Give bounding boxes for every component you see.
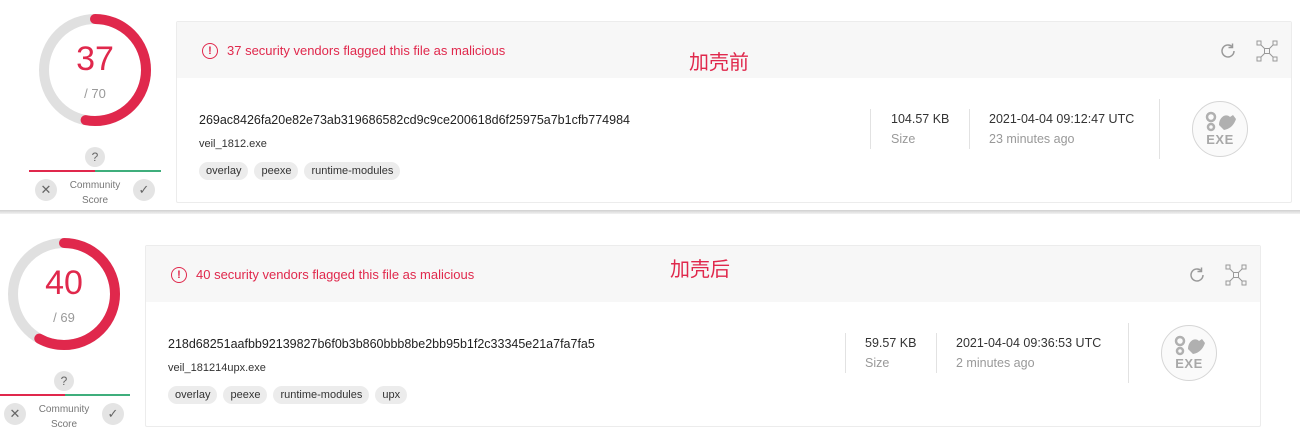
file-size: 59.57 KB <box>865 336 917 350</box>
detection-alert-text: 37 security vendors flagged this file as… <box>227 43 506 58</box>
community-score-bar <box>29 170 161 172</box>
file-type-label: EXE <box>1175 356 1203 371</box>
alert-circle-icon: ! <box>171 267 187 283</box>
file-summary-card: ! 40 security vendors flagged this file … <box>145 245 1261 427</box>
report-panel-after: 40 / 69 ? ✕ Community Score ✓ ! 40 secur… <box>0 224 1300 448</box>
community-score-label: Community Score <box>38 404 90 430</box>
community-confirm-icon[interactable]: ✓ <box>133 179 155 201</box>
community-question-icon[interactable]: ? <box>85 147 105 167</box>
detection-gauge: 37 / 70 <box>37 12 153 128</box>
community-score-label: Community Score <box>69 180 121 206</box>
separator <box>936 333 937 373</box>
refresh-icon[interactable] <box>1217 40 1239 62</box>
tag-runtime-modules[interactable]: runtime-modules <box>304 162 401 180</box>
file-name: veil_181214upx.exe <box>168 362 266 374</box>
tag-upx[interactable]: upx <box>375 386 408 404</box>
card-header: ! 37 security vendors flagged this file … <box>177 22 1291 78</box>
file-size: 104.57 KB <box>891 112 950 126</box>
tag-runtime-modules[interactable]: runtime-modules <box>273 386 370 404</box>
analysis-date: 2021-04-04 09:36:53 UTC <box>956 336 1102 350</box>
analysis-date: 2021-04-04 09:12:47 UTC <box>989 112 1135 126</box>
separator <box>870 109 871 149</box>
detection-alert-text: 40 security vendors flagged this file as… <box>196 267 475 282</box>
analysis-relative-time: 2 minutes ago <box>956 356 1035 370</box>
detection-score: 37 <box>76 40 114 78</box>
file-tags: overlay peexe runtime-modules upx <box>168 386 408 404</box>
gears-icon <box>1174 335 1205 356</box>
exe-file-type-icon: EXE <box>1161 325 1217 381</box>
detection-total: / 69 <box>53 310 75 325</box>
analysis-relative-time: 23 minutes ago <box>989 132 1075 146</box>
file-type-label: EXE <box>1206 132 1234 147</box>
file-size-label: Size <box>891 132 916 146</box>
separator <box>845 333 846 373</box>
alert-circle-icon: ! <box>202 43 218 59</box>
gears-icon <box>1205 111 1236 132</box>
report-panel-before: 37 / 70 ? ✕ Community Score ✓ ! 37 secur… <box>0 0 1300 212</box>
file-tags: overlay peexe runtime-modules <box>199 162 401 180</box>
file-size-label: Size <box>865 356 890 370</box>
annotation-label: 加壳后 <box>670 259 730 281</box>
tag-peexe[interactable]: peexe <box>254 162 299 180</box>
graph-icon[interactable] <box>1256 40 1278 62</box>
tag-overlay[interactable]: overlay <box>199 162 249 180</box>
community-dismiss-icon[interactable]: ✕ <box>4 403 26 425</box>
file-name: veil_1812.exe <box>199 138 267 150</box>
community-confirm-icon[interactable]: ✓ <box>102 403 124 425</box>
tag-overlay[interactable]: overlay <box>168 386 218 404</box>
file-summary-card: ! 37 security vendors flagged this file … <box>176 21 1292 203</box>
detection-score: 40 <box>45 264 83 302</box>
file-hash[interactable]: 218d68251aafbb92139827b6f0b3b860bbb8be2b… <box>168 337 595 351</box>
detection-gauge: 40 / 69 <box>6 236 122 352</box>
annotation-label: 加壳前 <box>689 52 749 74</box>
refresh-icon[interactable] <box>1186 264 1208 286</box>
separator <box>969 109 970 149</box>
card-header: ! 40 security vendors flagged this file … <box>146 246 1260 302</box>
separator <box>1159 99 1160 159</box>
panel-divider <box>0 210 1300 214</box>
community-dismiss-icon[interactable]: ✕ <box>35 179 57 201</box>
community-question-icon[interactable]: ? <box>54 371 74 391</box>
community-score-bar <box>0 394 130 396</box>
detection-total: / 70 <box>84 86 106 101</box>
file-hash[interactable]: 269ac8426fa20e82e73ab319686582cd9c9ce200… <box>199 113 630 127</box>
tag-peexe[interactable]: peexe <box>223 386 268 404</box>
exe-file-type-icon: EXE <box>1192 101 1248 157</box>
graph-icon[interactable] <box>1225 264 1247 286</box>
separator <box>1128 323 1129 383</box>
